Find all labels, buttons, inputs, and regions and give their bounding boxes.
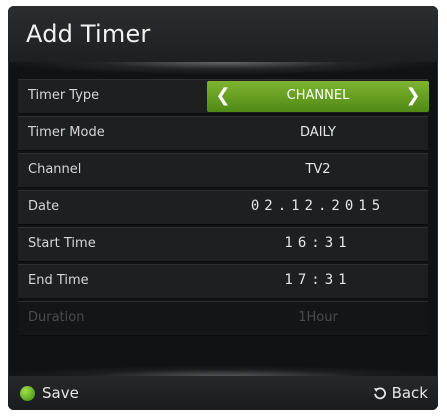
back-label: Back [391,384,428,402]
timer-mode-row[interactable]: Timer Mode DAILY [18,116,428,151]
timer-type-row[interactable]: Timer Type ❮ CHANNEL ❯ [18,79,429,114]
title-divider [8,62,438,74]
channel-value: TV2 [305,162,331,177]
save-button[interactable]: Save [20,384,79,402]
channel-label: Channel [28,162,82,177]
date-row[interactable]: Date 02.12.2015 [18,190,428,225]
end-time-row[interactable]: End Time 17:31 [18,264,428,299]
back-button[interactable]: Back [372,384,428,402]
title-bar: Add Timer [8,6,438,62]
end-time-label: End Time [28,273,89,288]
duration-label: Duration [28,310,85,325]
timer-mode-label: Timer Mode [28,125,105,140]
channel-row[interactable]: Channel TV2 [18,153,428,188]
green-button-icon [20,385,35,401]
duration-value: 1Hour [298,310,338,325]
footer-divider [8,366,438,376]
add-timer-dialog: Add Timer Timer Type ❮ CHANNEL ❯ Timer M… [8,6,438,410]
start-time-value: 16:31 [284,235,352,251]
start-time-label: Start Time [28,236,96,251]
save-label: Save [42,384,79,402]
back-icon [373,387,386,400]
timer-type-label: Timer Type [28,88,100,103]
timer-settings-list: Timer Type ❮ CHANNEL ❯ Timer Mode DAILY … [18,79,429,338]
end-time-value: 17:31 [284,272,352,288]
date-value: 02.12.2015 [250,198,386,214]
duration-row: Duration 1Hour [18,301,428,336]
date-label: Date [28,199,60,214]
start-time-row[interactable]: Start Time 16:31 [18,227,428,262]
timer-type-value: CHANNEL [286,88,350,103]
footer-bar: Save Back [8,376,438,410]
timer-mode-value: DAILY [300,125,336,140]
chevron-right-icon[interactable]: ❯ [403,86,423,106]
dialog-title: Add Timer [26,20,151,48]
timer-type-selector[interactable]: ❮ CHANNEL ❯ [207,81,429,112]
